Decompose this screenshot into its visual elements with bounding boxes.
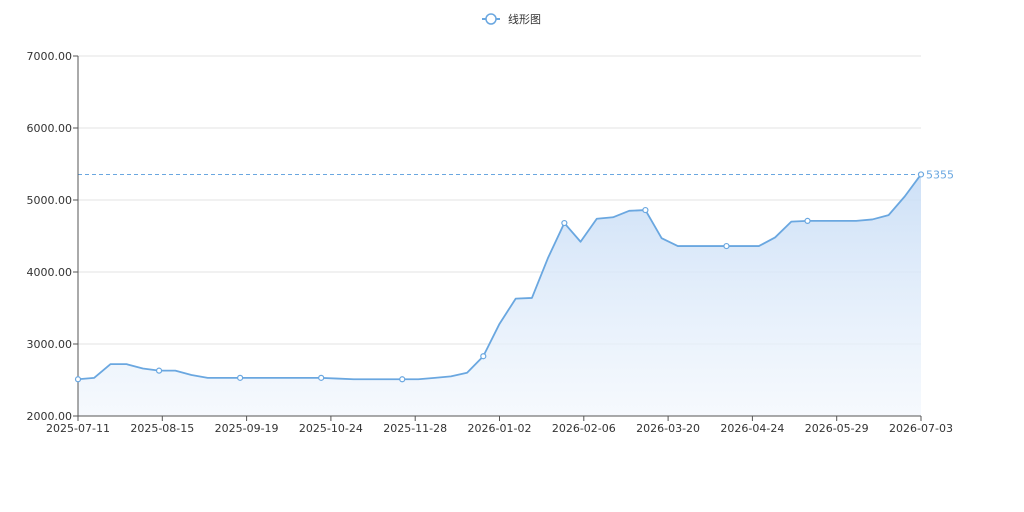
x-tick-label: 2026-03-20 [636,422,700,435]
area-fill [78,174,921,416]
x-tick-label: 2026-02-06 [552,422,616,435]
y-tick-label: 4000.00 [27,266,73,279]
y-tick-label: 3000.00 [27,338,73,351]
data-point [917,171,925,178]
y-axis-ticks: 2000.003000.004000.005000.006000.007000.… [27,50,78,423]
legend-label: 线形图 [508,12,541,26]
y-tick-label: 6000.00 [27,122,73,135]
x-tick-label: 2025-11-28 [383,422,447,435]
x-tick-label: 2025-07-11 [46,422,110,435]
line-chart: 线形图 5355 2000.003000.004000.005000.00600… [27,12,955,435]
data-point [155,367,163,374]
x-axis-ticks: 2025-07-11 2025-08-15 2025-09-19 2025-10-24… [46,416,953,435]
x-tick-label: 2025-08-15 [130,422,194,435]
data-point [399,376,406,383]
data-point [318,374,325,381]
data-point [480,353,487,360]
data-point [804,217,811,224]
y-tick-label: 7000.00 [27,50,73,63]
series-area [78,174,921,416]
x-tick-label: 2026-05-29 [805,422,869,435]
x-tick-label: 2026-01-02 [468,422,532,435]
data-point [237,374,244,381]
legend[interactable]: 线形图 [482,12,541,26]
legend-marker-icon [485,13,497,25]
data-point [561,219,568,227]
data-point [74,376,82,383]
data-point [642,206,649,214]
x-tick-label: 2025-09-19 [215,422,279,435]
y-tick-label: 5000.00 [27,194,73,207]
x-tick-label: 2025-10-24 [299,422,363,435]
x-tick-label: 2026-04-24 [720,422,784,435]
mark-line-label: 5355 [926,168,954,181]
mark-line: 5355 [78,168,954,181]
x-tick-label: 2026-07-03 [889,422,953,435]
data-point [723,242,730,250]
